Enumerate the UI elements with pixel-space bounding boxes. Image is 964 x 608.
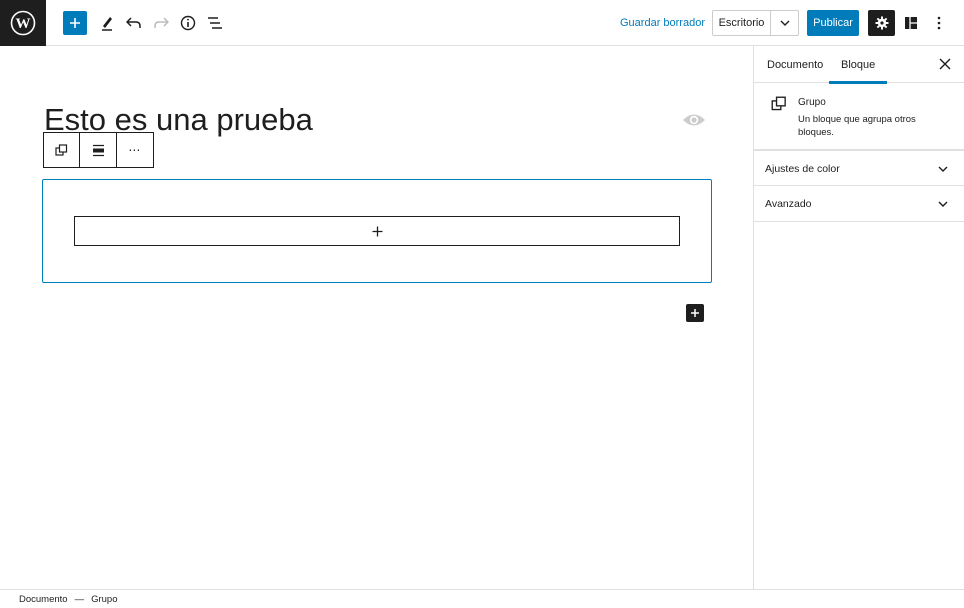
- chevron-down-icon: [936, 197, 950, 211]
- block-card: Grupo Un bloque que agrupa otros bloques…: [754, 83, 964, 150]
- preview-device-label[interactable]: Escritorio: [713, 11, 771, 35]
- tools-button[interactable]: [95, 11, 119, 35]
- eye-icon: [682, 108, 706, 132]
- save-draft-button[interactable]: Guardar borrador: [614, 11, 711, 35]
- block-breadcrumb: Documento — Grupo: [0, 589, 964, 608]
- group-block[interactable]: [42, 179, 712, 283]
- options-button[interactable]: [927, 11, 951, 35]
- breadcrumb-document[interactable]: Documento: [19, 594, 68, 605]
- more-horizontal-icon: ⋯: [128, 143, 142, 157]
- chevron-down-icon: [936, 162, 950, 176]
- gear-icon: [875, 16, 888, 30]
- panel-color-settings[interactable]: Ajustes de color: [754, 150, 964, 186]
- preview-dropdown[interactable]: Escritorio: [712, 10, 799, 36]
- panel-advanced[interactable]: Avanzado: [754, 186, 964, 222]
- tab-document[interactable]: Documento: [755, 46, 835, 83]
- settings-sidebar: Documento Bloque Grupo Un bloque que agr…: [753, 46, 964, 589]
- undo-icon: [126, 17, 141, 28]
- redo-icon: [154, 17, 169, 28]
- pencil-icon: [102, 17, 112, 31]
- preview-toggle[interactable]: [771, 11, 798, 35]
- sidebar-tabs: Documento Bloque: [754, 46, 964, 84]
- breadcrumb-group[interactable]: Grupo: [91, 594, 117, 605]
- group-block-icon: [55, 143, 68, 156]
- plus-icon: [691, 309, 699, 317]
- close-sidebar-button[interactable]: [934, 53, 956, 75]
- group-block-appender-button[interactable]: [74, 216, 680, 246]
- undo-button[interactable]: [122, 11, 146, 35]
- details-button[interactable]: [176, 11, 200, 35]
- plus-icon: [70, 18, 80, 28]
- info-icon: [180, 15, 196, 31]
- plus-icon: [372, 226, 382, 236]
- settings-button[interactable]: [868, 10, 895, 36]
- block-switcher-button[interactable]: [44, 133, 81, 167]
- align-icon: [92, 144, 104, 156]
- tab-block[interactable]: Bloque: [829, 46, 888, 84]
- breadcrumb-separator: —: [74, 593, 85, 605]
- svg-text:W: W: [16, 16, 31, 32]
- panel-title[interactable]: Avanzado: [765, 186, 812, 222]
- block-card-description: Un bloque que agrupa otros bloques.: [798, 114, 916, 138]
- layout-button[interactable]: [899, 11, 923, 35]
- block-inserter-button[interactable]: [63, 11, 87, 35]
- panel-title[interactable]: Ajustes de color: [765, 151, 840, 187]
- list-view-icon: [208, 17, 222, 29]
- more-vertical-icon: [937, 16, 941, 30]
- block-card-title: Grupo: [798, 97, 826, 108]
- redo-button[interactable]: [149, 11, 173, 35]
- more-options-button[interactable]: ⋯: [117, 133, 153, 167]
- align-button[interactable]: [80, 133, 117, 167]
- editor-header: W Guardar borrador Escritorio Publicar: [0, 0, 964, 46]
- editor-canvas: Esto es una prueba ⋯: [0, 46, 753, 589]
- block-toolbar: ⋯: [43, 132, 154, 168]
- chevron-down-icon: [780, 20, 789, 26]
- list-view-button[interactable]: [203, 11, 227, 35]
- group-block-icon: [771, 96, 786, 111]
- close-icon: [939, 58, 951, 70]
- layout-icon: [905, 17, 917, 29]
- add-block-button[interactable]: [686, 304, 704, 322]
- wordpress-logo-icon[interactable]: W: [0, 0, 46, 46]
- publish-button[interactable]: Publicar: [807, 10, 859, 36]
